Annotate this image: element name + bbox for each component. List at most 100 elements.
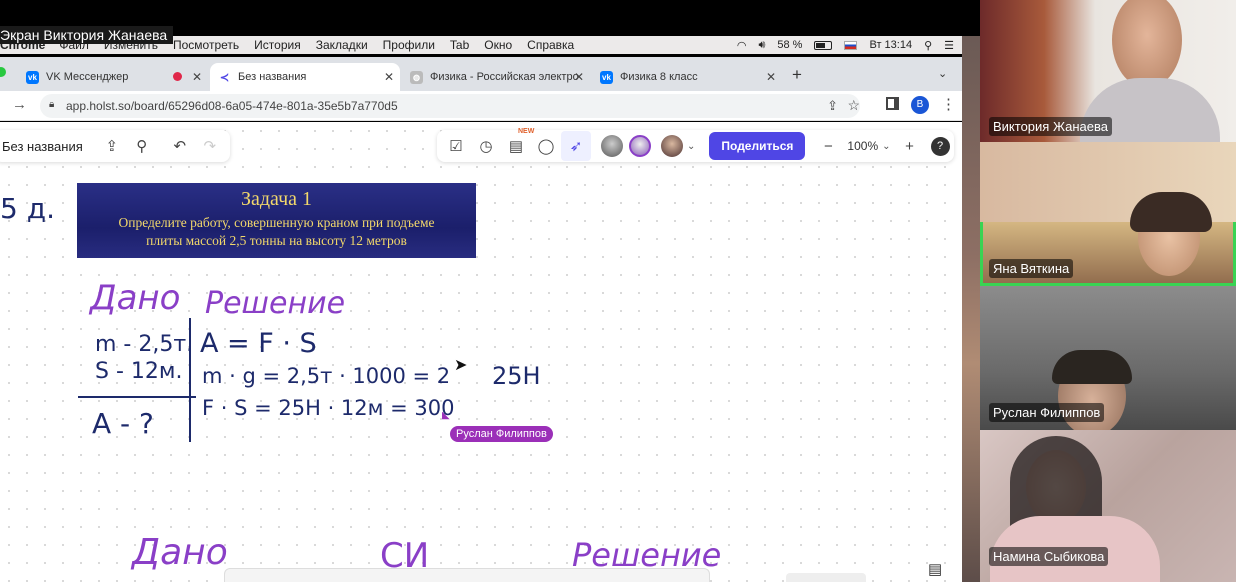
bookmark-star-icon[interactable]: ☆ xyxy=(847,97,860,114)
close-tab-icon[interactable]: ✕ xyxy=(192,70,202,84)
share-board-button[interactable]: Поделиться xyxy=(709,132,806,160)
task-line: плиты массой 2,5 тонны на высоту 12 метр… xyxy=(146,233,407,248)
holst-icon: ≺ xyxy=(218,70,231,84)
menu-help[interactable]: Справка xyxy=(527,38,574,52)
board-tools-toolbar: ☑ ◷ ▤ NEW ◯ ➶ ⌄ Поделиться − 100% ⌄ + ? xyxy=(437,128,954,162)
undo-icon[interactable]: ↶ xyxy=(165,131,195,161)
tab-label: Без названия xyxy=(238,71,307,83)
given-divider-line xyxy=(78,396,196,398)
url-text: app.holst.so/board/65296d08-6a05-474e-80… xyxy=(66,99,398,113)
handwritten-bottom-dano: Дано xyxy=(132,532,228,573)
participant-face xyxy=(1112,0,1182,88)
tab-label: Физика 8 класс xyxy=(620,71,698,83)
bottom-right-button[interactable] xyxy=(786,573,866,582)
bottom-panel[interactable] xyxy=(224,568,710,582)
participant-tile[interactable]: Виктория Жанаева xyxy=(980,0,1236,144)
menu-view[interactable]: Посмотреть xyxy=(173,38,239,52)
clock: Вт 13:14 xyxy=(869,39,913,51)
window-zoom-dot[interactable] xyxy=(0,67,6,77)
zoom-in-button[interactable]: + xyxy=(895,131,925,161)
menu-history[interactable]: История xyxy=(254,38,301,52)
mouse-cursor-icon: ➤ xyxy=(454,357,468,374)
search-icon[interactable]: ⚲ xyxy=(127,131,157,161)
participant-tile[interactable]: Намина Сыбикова xyxy=(980,430,1236,582)
tab-vk-messenger[interactable]: vk VK Мессенджер ✕ xyxy=(18,63,208,91)
participant-name: Виктория Жанаева xyxy=(989,117,1112,136)
zoom-out-button[interactable]: − xyxy=(813,131,843,161)
menu-tab[interactable]: Tab xyxy=(450,38,469,52)
close-tab-icon[interactable]: ✕ xyxy=(766,70,776,84)
handwritten-formula-3: F · S = 25H · 12м = 300 xyxy=(202,396,455,420)
shared-screen: Экран Виктория Жанаева Chrome Файл Измен… xyxy=(0,0,980,582)
lock-icon[interactable]: 🔒︎ xyxy=(49,99,54,110)
handwritten-find-a: A - ? xyxy=(92,407,154,440)
new-tab-button[interactable]: + xyxy=(792,65,802,85)
menu-bookmarks[interactable]: Закладки xyxy=(316,38,368,52)
menu-window[interactable]: Окно xyxy=(484,38,512,52)
minimap-icon[interactable]: ▤ xyxy=(928,560,942,578)
export-icon[interactable]: ⇪ xyxy=(97,131,127,161)
close-tab-icon[interactable]: ✕ xyxy=(574,70,584,84)
vk-icon: vk xyxy=(26,70,39,84)
timer-icon[interactable]: ◷ xyxy=(471,131,501,161)
new-badge: NEW xyxy=(518,128,535,135)
zoom-level[interactable]: 100% xyxy=(843,139,882,153)
browser-menu-icon[interactable]: ⋮ xyxy=(941,95,956,113)
vk-icon: vk xyxy=(600,70,613,84)
video-call-window: Экран Виктория Жанаева Chrome Файл Измен… xyxy=(0,0,1236,582)
side-panel-icon[interactable] xyxy=(886,97,899,110)
chevron-down-icon[interactable]: ⌄ xyxy=(687,141,695,152)
handwritten-force-value: 25H xyxy=(492,362,541,390)
task-text: Определите работу, совершенную краном пр… xyxy=(77,214,476,250)
handwritten-dano: Дано xyxy=(90,278,181,318)
tab-physics-res[interactable]: ◍ Физика - Российская электро ✕ xyxy=(402,63,590,91)
board-title[interactable]: Без названия xyxy=(0,139,97,154)
handwritten-text: 5 д. xyxy=(0,192,55,225)
flag-icon[interactable] xyxy=(844,40,858,50)
handwritten-given-m: m - 2,5т. xyxy=(95,332,194,357)
tab-physics-8[interactable]: vk Физика 8 класс ✕ xyxy=(592,63,782,91)
control-center-icon[interactable]: ☰ xyxy=(944,39,954,52)
tab-search-chevron-icon[interactable]: ⌄ xyxy=(938,67,947,80)
wifi-icon[interactable]: ◠ xyxy=(737,39,747,52)
user-avatar[interactable] xyxy=(601,135,623,157)
menubar-status: ◠ 🔊︎ 58 % Вт 13:14 ⚲ ☰ xyxy=(737,36,954,54)
address-bar[interactable]: 🔒︎ app.holst.so/board/65296d08-6a05-474e… xyxy=(40,94,860,118)
participant-hair xyxy=(1052,350,1132,384)
participant-tile[interactable]: Руслан Филиппов xyxy=(980,286,1236,430)
task-line: Определите работу, совершенную краном пр… xyxy=(118,215,435,230)
menu-profiles[interactable]: Профили xyxy=(383,38,435,52)
site-icon: ◍ xyxy=(410,70,423,84)
volume-icon[interactable]: 🔊︎ xyxy=(758,39,765,52)
share-page-icon[interactable]: ⇪ xyxy=(827,98,838,114)
battery-icon[interactable] xyxy=(814,40,833,50)
user-avatar[interactable] xyxy=(661,135,683,157)
recording-icon xyxy=(173,72,182,81)
whiteboard-canvas[interactable]: Без названия ⇪ ⚲ ↶ ↷ ☑ ◷ ▤ NEW ◯ ➶ ⌄ Поде… xyxy=(0,122,962,582)
close-tab-icon[interactable]: ✕ xyxy=(384,70,394,84)
tab-untitled-board[interactable]: ≺ Без названия ✕ xyxy=(210,63,400,91)
notes-icon[interactable]: ▤ NEW xyxy=(501,128,535,161)
spotlight-search-icon[interactable]: ⚲ xyxy=(924,39,932,52)
chevron-down-icon[interactable]: ⌄ xyxy=(882,141,890,152)
browser-toolbar: → 🔒︎ app.holst.so/board/65296d08-6a05-47… xyxy=(0,91,962,121)
redo-icon[interactable]: ↷ xyxy=(195,131,225,161)
browser-tabstrip: vk VK Мессенджер ✕ ≺ Без названия ✕ ◍ Фи… xyxy=(0,57,962,91)
handwritten-given-s: S - 12м. xyxy=(95,359,183,384)
help-button[interactable]: ? xyxy=(930,136,950,156)
user-avatar[interactable] xyxy=(629,135,651,157)
profile-avatar[interactable]: B xyxy=(911,96,929,114)
participant-hair xyxy=(1130,192,1212,232)
solution-divider-line xyxy=(189,318,191,442)
participants-panel: Виктория Жанаева Яна Вяткина Руслан Фили… xyxy=(980,0,1236,582)
task-title: Задача 1 xyxy=(240,188,313,210)
follow-cursor-icon[interactable]: ➶ xyxy=(561,131,591,161)
participant-tile-active-speaker[interactable]: Яна Вяткина xyxy=(980,142,1236,286)
board-title-toolbar: Без названия ⇪ ⚲ ↶ ↷ xyxy=(0,130,230,162)
tab-label: Физика - Российская электро xyxy=(430,71,579,83)
forward-arrow-icon[interactable]: → xyxy=(12,96,27,113)
checklist-icon[interactable]: ☑ xyxy=(441,131,471,161)
battery-percent: 58 % xyxy=(777,39,803,51)
task-card[interactable]: Задача 1 Определите работу, совершенную … xyxy=(77,183,476,258)
comment-icon[interactable]: ◯ xyxy=(531,131,561,161)
